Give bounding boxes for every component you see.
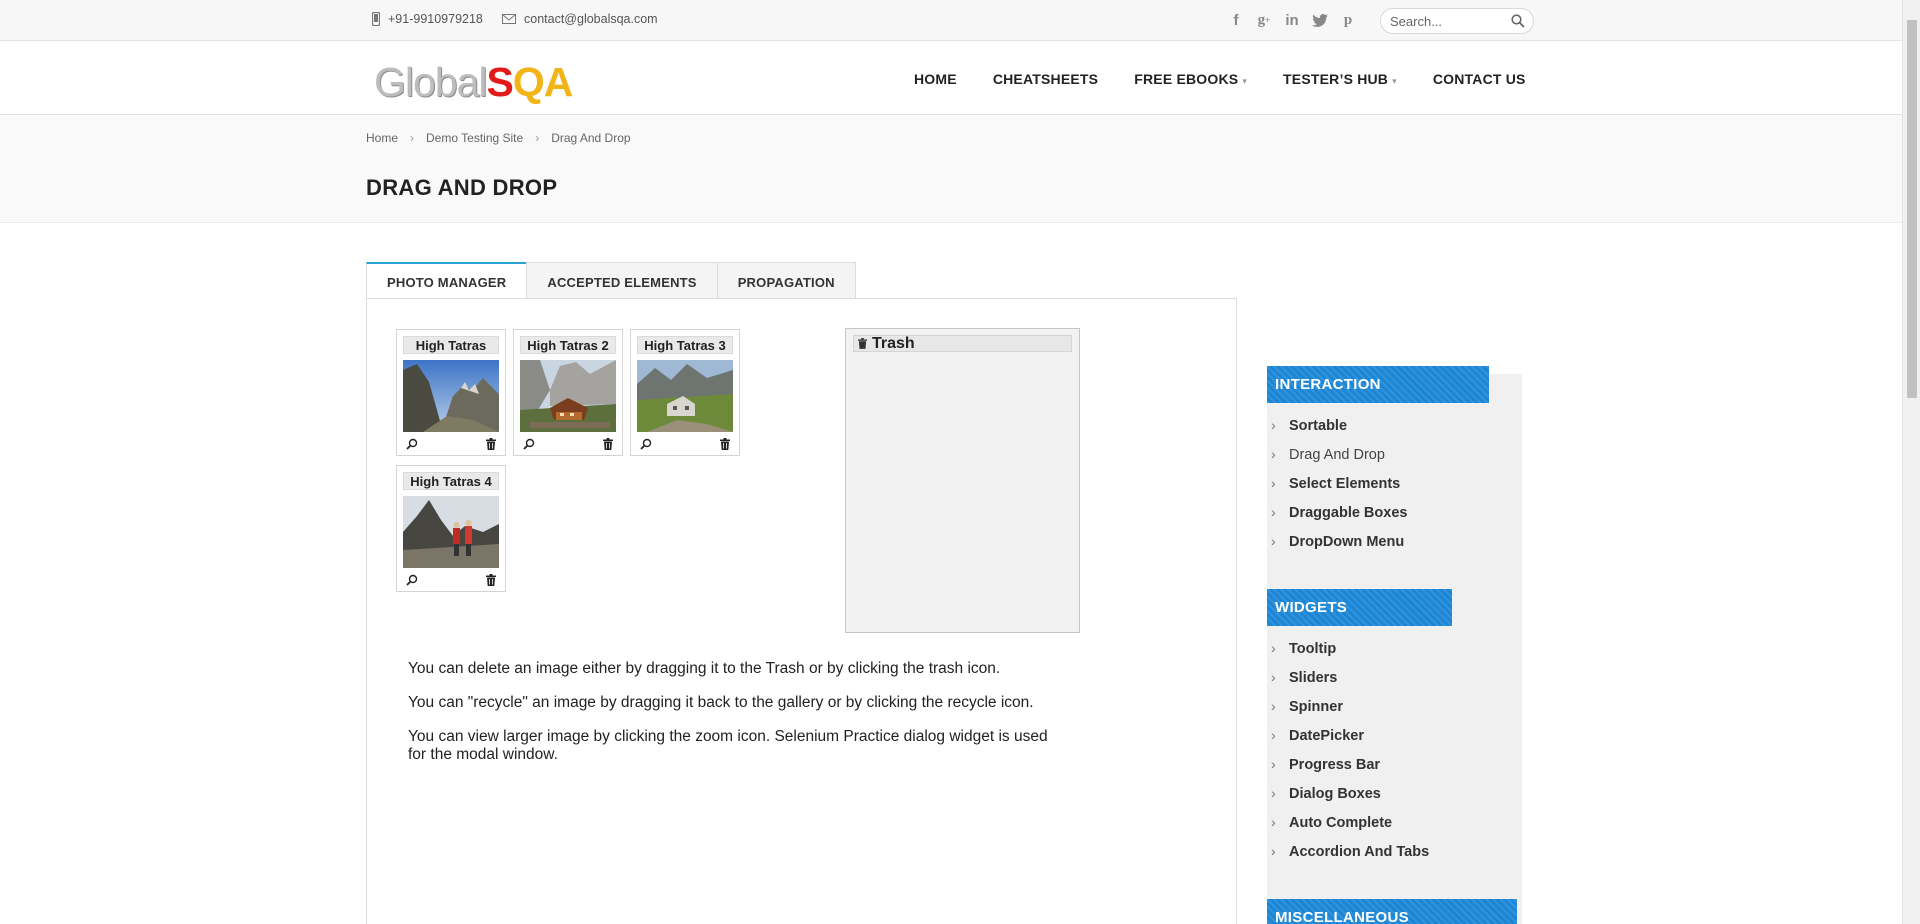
logo-text-s: S (486, 59, 514, 105)
tab-photo-manager[interactable]: PHOTO MANAGER (366, 262, 528, 300)
breadcrumb-demo-testing-site[interactable]: Demo Testing Site (426, 131, 523, 145)
nav-contact-us[interactable]: CONTACT US (1433, 71, 1526, 87)
instructions: You can delete an image either by draggi… (408, 660, 1058, 780)
phone-icon (372, 12, 380, 26)
gallery-item[interactable]: High Tatras 4 (396, 465, 506, 592)
instruction-delete: You can delete an image either by draggi… (408, 660, 1001, 677)
sidebar-list-interaction: Sortable Drag And Drop Select Elements D… (1267, 411, 1522, 557)
logo-text-global: Global (374, 59, 488, 105)
nav-cheatsheets[interactable]: CHEATSHEETS (993, 71, 1098, 87)
breadcrumb-home[interactable]: Home (366, 131, 398, 145)
sidebar-item-auto-complete[interactable]: Auto Complete (1267, 808, 1522, 838)
nav-testers-hub[interactable]: TESTER’S HUB ▾ (1283, 71, 1397, 87)
breadcrumb-separator: › (410, 131, 415, 145)
breadcrumb-current: Drag And Drop (551, 131, 631, 145)
trash-title: Trash (872, 335, 915, 352)
sidebar-item-spinner[interactable]: Spinner (1267, 692, 1522, 722)
trash-header: Trash (853, 335, 1072, 352)
sidebar-heading-miscellaneous: MISCELLANEOUS (1267, 899, 1517, 924)
sidebar-item-accordion-and-tabs[interactable]: Accordion And Tabs (1267, 837, 1522, 867)
page-title: DRAG AND DROP (366, 175, 558, 200)
facebook-icon[interactable]: f (1227, 10, 1245, 30)
main-nav: HOME CHEATSHEETS FREE EBOOKS ▾ TESTER’S H… (914, 71, 1562, 87)
google-plus-icon[interactable]: g + (1255, 10, 1273, 30)
tab-accepted-elements[interactable]: ACCEPTED ELEMENTS (526, 262, 718, 298)
twitter-icon[interactable] (1311, 10, 1329, 30)
site-header: GlobalSQA HOME CHEATSHEETS FREE EBOOKS ▾ … (0, 41, 1902, 115)
trash-icon[interactable] (720, 438, 730, 450)
mountain-photo (637, 360, 733, 432)
page-header-band: Home › Demo Testing Site › Drag And Drop… (0, 115, 1902, 223)
envelope-icon (502, 14, 516, 24)
page: +91-9910979218 contact@globalsqa.com f g… (0, 0, 1902, 924)
logo-text-qa: QA (512, 59, 573, 105)
gallery-item[interactable]: High Tatras 2 (513, 329, 623, 456)
pinterest-icon[interactable]: p (1339, 10, 1357, 30)
zoom-icon[interactable] (406, 438, 418, 450)
trash-drop-zone[interactable]: Trash (845, 328, 1080, 633)
nav-free-ebooks-label: FREE EBOOKS (1134, 71, 1239, 87)
sidebar-item-select-elements[interactable]: Select Elements (1267, 469, 1522, 499)
sidebar-heading-interaction: INTERACTION (1267, 366, 1489, 403)
chevron-down-icon: ▾ (1242, 76, 1248, 86)
zoom-icon[interactable] (523, 438, 535, 450)
sidebar-item-tooltip[interactable]: Tooltip (1267, 634, 1522, 664)
gallery-item-title: High Tatras 4 (403, 472, 499, 490)
gallery-item-title: High Tatras (403, 336, 499, 354)
breadcrumb-separator: › (535, 131, 540, 145)
trash-icon[interactable] (603, 438, 613, 450)
vertical-scrollbar[interactable] (1902, 0, 1920, 924)
search-input[interactable] (1388, 13, 1512, 30)
nav-home[interactable]: HOME (914, 71, 957, 87)
gallery-item[interactable]: High Tatras 3 (630, 329, 740, 456)
nav-free-ebooks[interactable]: FREE EBOOKS ▾ (1134, 71, 1247, 87)
search-box (1380, 8, 1534, 34)
sidebar-heading-widgets: WIDGETS (1267, 589, 1452, 626)
mountain-photo (520, 360, 616, 432)
breadcrumb: Home › Demo Testing Site › Drag And Drop (366, 131, 631, 145)
chevron-down-icon: ▾ (1392, 76, 1397, 86)
top-bar: +91-9910979218 contact@globalsqa.com f g… (0, 0, 1902, 41)
instruction-recycle: You can "recycle" an image by dragging i… (408, 694, 1034, 711)
search-icon[interactable] (1511, 14, 1525, 28)
gallery-item-title: High Tatras 2 (520, 336, 616, 354)
site-logo[interactable]: GlobalSQA (374, 59, 573, 106)
nav-testers-hub-label: TESTER’S HUB (1283, 71, 1389, 87)
sidebar-list-widgets: Tooltip Sliders Spinner DatePicker Progr… (1267, 634, 1522, 867)
trash-icon[interactable] (486, 574, 496, 586)
email-address[interactable]: contact@globalsqa.com (524, 12, 658, 26)
linkedin-icon[interactable]: in (1283, 10, 1301, 30)
gallery-item-title: High Tatras 3 (637, 336, 733, 354)
zoom-icon[interactable] (640, 438, 652, 450)
sidebar-item-draggable-boxes[interactable]: Draggable Boxes (1267, 498, 1522, 528)
sidebar-item-datepicker[interactable]: DatePicker (1267, 721, 1522, 751)
sidebar-item-progress-bar[interactable]: Progress Bar (1267, 750, 1522, 780)
gallery-item[interactable]: High Tatras (396, 329, 506, 456)
social-links: f g + in p (1227, 10, 1357, 30)
sidebar-item-dropdown-menu[interactable]: DropDown Menu (1267, 527, 1522, 557)
sidebar-item-drag-and-drop[interactable]: Drag And Drop (1267, 440, 1522, 470)
mountain-photo (403, 360, 499, 432)
phone-number: +91-9910979218 (388, 12, 483, 26)
sidebar-item-sortable[interactable]: Sortable (1267, 411, 1522, 441)
instruction-zoom: You can view larger image by clicking th… (408, 728, 1048, 763)
phone-contact: +91-9910979218 (372, 12, 483, 26)
trash-icon[interactable] (486, 438, 496, 450)
email-contact[interactable]: contact@globalsqa.com (502, 12, 658, 26)
scrollbar-thumb[interactable] (1907, 20, 1917, 398)
tab-propagation[interactable]: PROPAGATION (716, 262, 856, 298)
zoom-icon[interactable] (406, 574, 418, 586)
sidebar-item-sliders[interactable]: Sliders (1267, 663, 1522, 693)
demo-tabs: PHOTO MANAGER ACCEPTED ELEMENTS PROPAGAT… (366, 262, 856, 300)
trash-icon (858, 338, 867, 349)
mountain-photo (403, 496, 499, 568)
sidebar-item-dialog-boxes[interactable]: Dialog Boxes (1267, 779, 1522, 809)
